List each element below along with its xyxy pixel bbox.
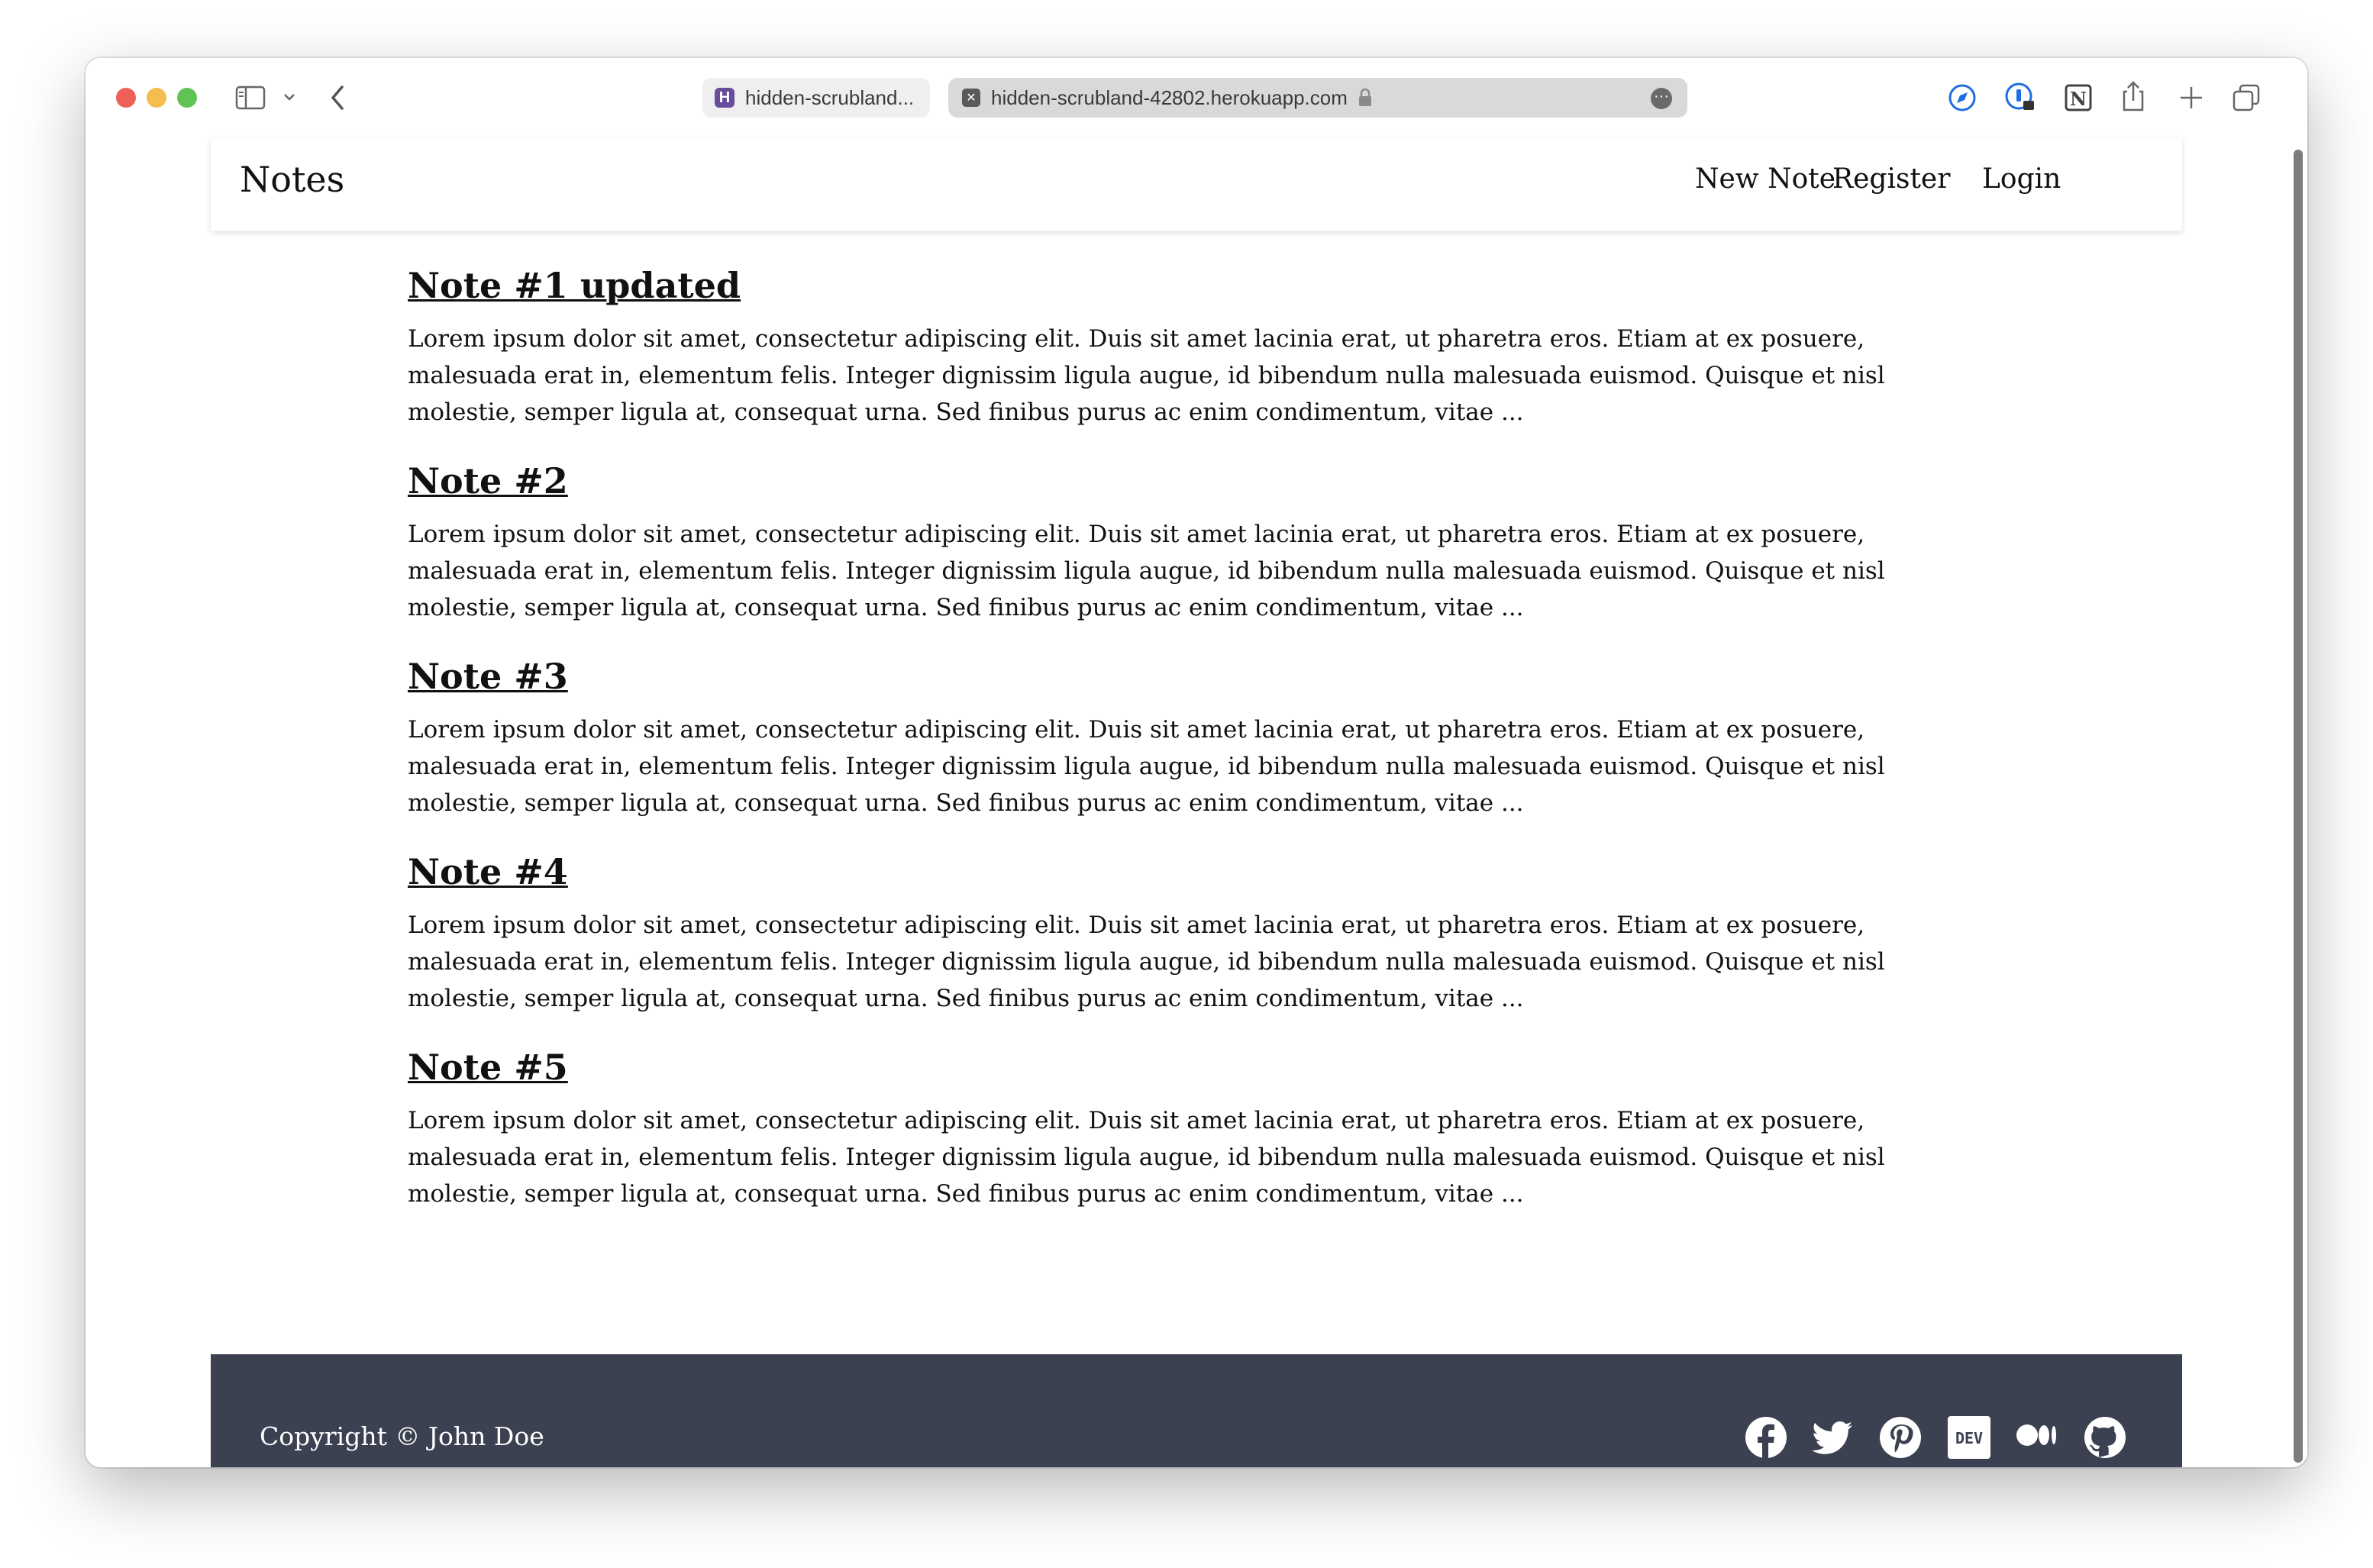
sidebar-toggle-icon[interactable] — [235, 85, 266, 110]
note-excerpt: Lorem ipsum dolor sit amet, consectetur … — [408, 325, 1885, 426]
note-excerpt: Lorem ipsum dolor sit amet, consectetur … — [408, 716, 1885, 817]
site-navbar: Notes New Note Register Login — [211, 137, 2182, 231]
page-content: Notes New Note Register Login Note #1 up… — [86, 137, 2307, 1467]
github-icon[interactable] — [2083, 1415, 2127, 1460]
note-excerpt: Lorem ipsum dolor sit amet, consectetur … — [408, 521, 1885, 621]
zoom-window-button[interactable] — [177, 88, 197, 108]
compass-extension-icon[interactable] — [1947, 82, 1978, 113]
note-title-link[interactable]: Note #5 — [408, 1046, 568, 1089]
more-options-icon[interactable]: ··· — [1651, 88, 1672, 109]
copyright-text: Copyright © John Doe — [260, 1421, 544, 1451]
tab-title: hidden-scrubland... — [745, 85, 915, 109]
pinterest-icon[interactable] — [1878, 1415, 1923, 1460]
note-excerpt: Lorem ipsum dolor sit amet, consectetur … — [408, 911, 1885, 1012]
dev-icon[interactable]: DEV — [1947, 1415, 1991, 1460]
facebook-icon[interactable] — [1744, 1415, 1788, 1460]
brand-logo-link[interactable]: Notes — [240, 159, 344, 200]
login-link[interactable]: Login — [1982, 163, 2061, 195]
lock-icon — [1358, 88, 1371, 106]
medium-icon[interactable] — [2014, 1415, 2058, 1460]
twitter-icon[interactable] — [1811, 1415, 1855, 1460]
password-manager-icon[interactable] — [2003, 81, 2037, 115]
close-window-button[interactable] — [116, 88, 136, 108]
site-footer: Copyright © John Doe DEV — [211, 1354, 2182, 1467]
browser-window: H hidden-scrubland... ✕ hidden-scrubland… — [86, 58, 2307, 1467]
address-url: hidden-scrubland-42802.herokuapp.com — [991, 85, 1348, 109]
share-icon[interactable] — [2120, 79, 2147, 113]
new-tab-icon[interactable] — [2178, 84, 2205, 111]
tab-active-address-bar[interactable]: ✕ hidden-scrubland-42802.herokuapp.com ·… — [948, 78, 1687, 118]
list-item: Note #2 Lorem ipsum dolor sit amet, cons… — [408, 460, 1959, 626]
list-item: Note #5 Lorem ipsum dolor sit amet, cons… — [408, 1046, 1959, 1212]
minimize-window-button[interactable] — [147, 88, 166, 108]
note-title-link[interactable]: Note #1 updated — [408, 264, 741, 307]
register-link[interactable]: Register — [1832, 163, 1950, 195]
note-excerpt: Lorem ipsum dolor sit amet, consectetur … — [408, 1107, 1885, 1208]
tab-inactive[interactable]: H hidden-scrubland... — [702, 78, 930, 118]
svg-text:N: N — [2070, 88, 2087, 110]
notion-icon[interactable]: N — [2063, 82, 2094, 113]
new-note-link[interactable]: New Note — [1695, 163, 1835, 195]
list-item: Note #3 Lorem ipsum dolor sit amet, cons… — [408, 655, 1959, 821]
list-item: Note #4 Lorem ipsum dolor sit amet, cons… — [408, 850, 1959, 1017]
browser-toolbar: H hidden-scrubland... ✕ hidden-scrubland… — [86, 58, 2307, 137]
list-item: Note #1 updated Lorem ipsum dolor sit am… — [408, 264, 1959, 431]
note-title-link[interactable]: Note #4 — [408, 850, 568, 893]
note-title-link[interactable]: Note #2 — [408, 460, 568, 502]
chevron-down-icon[interactable] — [282, 92, 296, 102]
tab-overview-icon[interactable] — [2231, 82, 2262, 113]
back-arrow-icon[interactable] — [328, 84, 347, 111]
page-scrollbar[interactable] — [2294, 150, 2303, 1463]
svg-text:DEV: DEV — [1955, 1429, 1983, 1447]
notes-list: Note #1 updated Lorem ipsum dolor sit am… — [408, 264, 1959, 1241]
heroku-favicon-icon: H — [715, 88, 734, 108]
site-favicon-icon: ✕ — [962, 89, 980, 107]
note-title-link[interactable]: Note #3 — [408, 655, 568, 698]
